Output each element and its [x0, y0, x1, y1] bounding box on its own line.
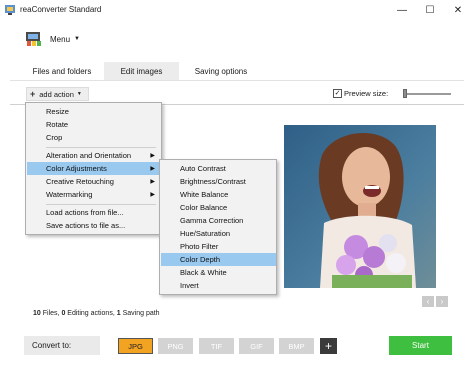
menu-item-label: Gamma Correction	[180, 216, 244, 225]
tab-edit-images[interactable]: Edit images	[104, 62, 179, 80]
add-action-button[interactable]: + add action ▼	[26, 87, 89, 101]
submenu-item-hue-saturation[interactable]: Hue/Saturation	[161, 227, 276, 240]
editing-label: Editing actions,	[67, 310, 115, 317]
menu-item-label: Color Balance	[180, 203, 228, 212]
submenu-item-auto-contrast[interactable]: Auto Contrast	[161, 162, 276, 175]
format-jpg-button[interactable]: JPG	[118, 338, 153, 354]
minimize-button[interactable]: —	[388, 0, 416, 20]
plus-icon: +	[30, 89, 36, 99]
preview-size-slider-thumb[interactable]	[403, 89, 407, 98]
tab-files-and-folders[interactable]: Files and folders	[26, 62, 98, 80]
menu-item-watermarking[interactable]: Watermarking ▶	[27, 188, 161, 201]
menu-item-save-actions[interactable]: Save actions to file as...	[27, 219, 161, 232]
convert-to-label: Convert to:	[24, 336, 100, 355]
format-bmp-button[interactable]: BMP	[279, 338, 314, 354]
start-button[interactable]: Start	[389, 336, 452, 355]
tab-divider	[10, 80, 464, 81]
menu-item-rotate[interactable]: Rotate	[27, 118, 161, 131]
menu-item-label: Black & White	[180, 268, 227, 277]
submenu-item-color-balance[interactable]: Color Balance	[161, 201, 276, 214]
menu-item-creative-retouching[interactable]: Creative Retouching ▶	[27, 175, 161, 188]
saving-label: Saving path	[122, 310, 160, 317]
menu-item-label: Brightness/Contrast	[180, 177, 246, 186]
chevron-right-icon: ▶	[150, 192, 155, 198]
menu-label: Menu	[50, 34, 71, 44]
status-summary: 10 Files, 0 Editing actions, 1 Saving pa…	[33, 310, 160, 317]
format-png-button[interactable]: PNG	[158, 338, 193, 354]
color-adjustments-submenu: Auto Contrast Brightness/Contrast White …	[159, 159, 277, 295]
close-button[interactable]: ✕	[444, 0, 472, 20]
menu-item-alteration-orientation[interactable]: Alteration and Orientation ▶	[27, 149, 161, 162]
format-tif-button[interactable]: TIF	[199, 338, 234, 354]
menu-separator	[46, 204, 156, 205]
menu-separator	[46, 147, 156, 148]
chevron-down-icon: ▼	[76, 91, 82, 97]
menu-item-label: Crop	[46, 133, 63, 142]
menu-item-label: Save actions to file as...	[46, 221, 126, 230]
image-preview	[284, 125, 436, 288]
chevron-right-icon: ▶	[150, 179, 155, 185]
editing-count: 0	[61, 310, 66, 317]
files-count: 10	[33, 310, 41, 317]
add-action-label: add action	[39, 89, 74, 99]
chevron-down-icon: ▼	[74, 36, 80, 42]
menu-item-label: Color Adjustments	[46, 164, 107, 173]
menu-item-label: Hue/Saturation	[180, 229, 231, 238]
preview-size-label: Preview size:	[344, 89, 389, 98]
prev-image-button[interactable]: ‹	[422, 296, 434, 307]
app-logo-icon	[26, 32, 41, 46]
preview-size-checkbox[interactable]: ✓	[333, 89, 342, 98]
submenu-item-gamma-correction[interactable]: Gamma Correction	[161, 214, 276, 227]
submenu-item-photo-filter[interactable]: Photo Filter	[161, 240, 276, 253]
window-title: reaConverter Standard	[20, 5, 102, 14]
add-format-button[interactable]: +	[320, 338, 337, 354]
menu-item-load-actions[interactable]: Load actions from file...	[27, 206, 161, 219]
chevron-right-icon: ▶	[150, 153, 155, 159]
app-icon	[5, 5, 15, 15]
format-gif-button[interactable]: GIF	[239, 338, 274, 354]
menu-item-label: Creative Retouching	[46, 177, 114, 186]
menu-item-label: Resize	[46, 107, 69, 116]
maximize-button[interactable]: ☐	[416, 0, 444, 20]
add-action-menu: Resize Rotate Crop Alteration and Orient…	[25, 102, 162, 235]
preview-size-slider-track[interactable]	[403, 93, 451, 95]
submenu-item-invert[interactable]: Invert	[161, 279, 276, 292]
menu-item-label: Photo Filter	[180, 242, 219, 251]
files-label: Files,	[42, 310, 60, 317]
title-bar: reaConverter Standard — ☐ ✕	[0, 0, 474, 20]
submenu-item-brightness-contrast[interactable]: Brightness/Contrast	[161, 175, 276, 188]
chevron-right-icon: ▶	[150, 166, 155, 172]
menu-item-crop[interactable]: Crop	[27, 131, 161, 144]
menu-item-label: Load actions from file...	[46, 208, 124, 217]
menu-item-resize[interactable]: Resize	[27, 105, 161, 118]
submenu-item-black-white[interactable]: Black & White	[161, 266, 276, 279]
saving-count: 1	[116, 310, 121, 317]
next-image-button[interactable]: ›	[436, 296, 448, 307]
menu-item-color-adjustments[interactable]: Color Adjustments ▶	[27, 162, 161, 175]
tab-saving-options[interactable]: Saving options	[185, 62, 257, 80]
menu-item-label: Rotate	[46, 120, 69, 129]
submenu-item-color-depth[interactable]: Color Depth	[161, 253, 276, 266]
menu-item-label: Auto Contrast	[180, 164, 226, 173]
main-menu-button[interactable]: Menu ▼	[24, 28, 88, 50]
submenu-item-white-balance[interactable]: White Balance	[161, 188, 276, 201]
menu-item-label: White Balance	[180, 190, 229, 199]
menu-item-label: Color Depth	[180, 255, 221, 264]
menu-item-label: Invert	[180, 281, 199, 290]
menu-item-label: Watermarking	[46, 190, 93, 199]
menu-item-label: Alteration and Orientation	[46, 151, 132, 160]
